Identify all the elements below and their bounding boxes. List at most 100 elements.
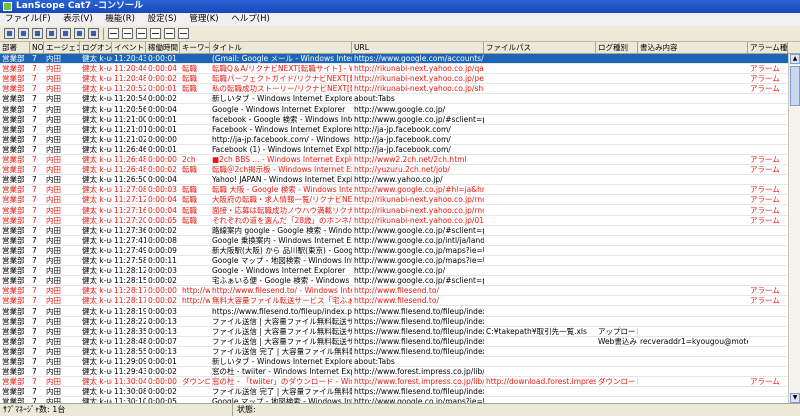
header-col-title[interactable]: タイトル [210, 42, 352, 54]
header-col-no[interactable]: NO [30, 42, 44, 54]
toolbar-log-icon[interactable] [32, 28, 43, 39]
menu-help[interactable]: ヘルプ(H) [226, 13, 275, 26]
table-row[interactable]: 営業部 7 内田 健太 k-uchida11:20:480:00:02 転職 転職パーフェ… [0, 74, 788, 85]
toolbar-layout-2-icon[interactable] [122, 28, 133, 39]
table-row[interactable]: 営業部 7 内田 健太 k-uchida11:28:190:00:03 https://… [0, 307, 788, 317]
cell-agent: 内田 [46, 215, 61, 225]
cell-dept: 営業部 [2, 175, 25, 185]
table-row[interactable]: 営業部 7 内田 健太 k-uchida11:27:120:00:04 転職 大阪府の転職… [0, 195, 788, 206]
cell-time: 0:00:00 [148, 155, 177, 164]
table-row[interactable]: 営業部 7 内田 健太 k-uchida11:26:500:00:04 Yahoo! J… [0, 175, 788, 186]
table-row[interactable]: 営業部 7 内田 健太 k-uchida11:28:220:00:13 ファイル送信 |… [0, 317, 788, 327]
cell-agent: 内田 [46, 276, 61, 286]
table-row[interactable]: 営業部 7 内田 健太 k-uchida11:26:480:00:00 2ch ■2ch … [0, 155, 788, 166]
table-row[interactable]: 営業部 7 内田 健太 k-uchida11:27:080:00:03 転職 転職 大阪 … [0, 185, 788, 196]
scroll-down-icon[interactable]: ▼ [790, 393, 800, 403]
table-row[interactable]: 営業部 7 内田 健太 k-uchida11:29:090:00:01 新しいタブ - … [0, 357, 788, 368]
table-row[interactable]: 営業部 7 内田 健太 k-uchida11:27:360:00:02 路線案内 goo… [0, 226, 788, 236]
header-col-write[interactable]: 書込み内容 [638, 42, 748, 54]
cell-title: (Gmail: Google メール - Windows Internet Ex… [212, 54, 352, 63]
cell-keyword [180, 317, 210, 327]
header-col-user[interactable]: ログオンユーザー [80, 42, 112, 54]
header-col-agent[interactable]: エージェント [44, 42, 80, 54]
scroll-up-icon[interactable]: ▲ [790, 54, 800, 64]
table-row[interactable]: 営業部 7 内田 健太 k-uchida11:28:170:00:02 http://w… [0, 296, 788, 307]
menu-view[interactable]: 表示(V) [58, 13, 97, 26]
table-row[interactable]: 営業部 7 内田 健太 k-uchida11:27:580:00:11 Google マ… [0, 256, 788, 267]
header-col-alarm[interactable]: アラーム種別 [748, 42, 788, 54]
table-row[interactable]: 営業部 7 内田 健太 k-uchida11:20:520:00:01 転職 私の転職成功… [0, 84, 788, 95]
cell-alarm [748, 125, 788, 135]
cell-event: 11:27:36 [114, 225, 146, 235]
cell-agent: 内田 [46, 64, 61, 74]
table-row[interactable]: 営業部 7 内田 健太 k-uchida11:28:350:00:13 ファイル送信 |… [0, 327, 788, 337]
table-row[interactable]: 営業部 7 内田 健太 k-uchida11:26:480:00:02 転職 転職＠2ch… [0, 165, 788, 176]
table-row[interactable]: 営業部 7 内田 健太 k-uchida11:20:540:00:02 新しいタブ - … [0, 94, 788, 105]
cell-user: 健太 k-uchida [82, 74, 112, 84]
table-row[interactable]: 営業部 7 内田 健太 k-uchida11:21:000:00:01 facebook… [0, 115, 788, 125]
table-row[interactable]: 営業部7内田健太 k-uchida11:30:040:00:00ダウンロード窓の… [0, 377, 788, 388]
toolbar-layout-3-icon[interactable] [136, 28, 147, 39]
cell-agent: 内田 [46, 306, 61, 316]
cell-user: 健太 k-uchida [82, 114, 112, 124]
menu-functions[interactable]: 機能(R) [100, 13, 140, 26]
table-row[interactable]: 営業部 7 内田 健太 k-uchida11:27:410:00:08 Google 乗… [0, 236, 788, 246]
cell-filepath [484, 64, 596, 74]
cell-title: 新しいタブ - Windows Internet Explorer [212, 357, 352, 366]
toolbar-layout-1-icon[interactable] [108, 28, 119, 39]
table-row[interactable]: 営業部 7 内田 健太 k-uchida11:27:200:00:05 転職 それぞれの道… [0, 216, 788, 226]
cell-filepath [484, 266, 596, 276]
toolbar-layout-6-icon[interactable] [178, 28, 189, 39]
header-col-logtype[interactable]: ログ種別 [596, 42, 638, 54]
header-col-keyword[interactable]: キーワード [180, 42, 210, 54]
toolbar-alarm-icon[interactable] [88, 28, 99, 39]
table-row[interactable]: 営業部 7 内田 健太 k-uchida11:20:430:00:01 (Gmail: … [0, 54, 788, 65]
table-row[interactable]: 営業部 7 内田 健太 k-uchida11:20:560:00:04 Google -… [0, 105, 788, 115]
cell-keyword: 転職 [182, 64, 197, 74]
menu-file[interactable]: ファイル(F) [0, 13, 56, 26]
cell-no: 7 [32, 326, 37, 336]
toolbar-device-icon[interactable] [74, 28, 85, 39]
toolbar-layout-4-icon[interactable] [150, 28, 161, 39]
toolbar-network-icon[interactable] [18, 28, 29, 39]
table-row[interactable]: 営業部 7 内田 健太 k-uchida11:26:460:00:01 Facebook… [0, 145, 788, 155]
cell-write [638, 145, 748, 155]
header-col-dept[interactable]: 部署 [0, 42, 30, 54]
cell-event: 11:29:43 [114, 367, 146, 377]
toolbar-separator [103, 28, 104, 40]
header-col-url[interactable]: URL [352, 42, 484, 54]
table-row[interactable]: 営業部 7 内田 健太 k-uchida11:28:480:00:07 ファイル送信 |… [0, 337, 788, 347]
table-row[interactable]: 営業部 7 内田 健太 k-uchida11:28:550:00:13 ファイル送信 完… [0, 347, 788, 357]
table-row[interactable]: 営業部 7 内田 健太 k-uchida11:28:170:00:00 http://w… [0, 286, 788, 297]
cell-logtype [596, 307, 638, 317]
cell-time: 0:00:04 [148, 195, 177, 205]
table-row[interactable]: 営業部 7 内田 健太 k-uchida11:20:440:00:04 転職 転職Q＆A/… [0, 64, 788, 75]
scroll-thumb[interactable] [790, 66, 800, 106]
table-row[interactable]: 営業部 7 内田 健太 k-uchida11:21:010:00:01 Facebook… [0, 125, 788, 135]
table-row[interactable]: 営業部 7 内田 健太 k-uchida11:28:150:00:02 宅ふぁいる便 -… [0, 276, 788, 287]
toolbar-pc-icon[interactable] [4, 28, 15, 39]
menu-manage[interactable]: 管理(K) [184, 13, 223, 26]
cell-logtype [596, 357, 638, 367]
toolbar-layout-5-icon[interactable] [164, 28, 175, 39]
header-col-event[interactable]: イベント [112, 42, 146, 54]
table-row[interactable]: 営業部 7 内田 健太 k-uchida11:27:160:00:04 転職 面接・応募は… [0, 206, 788, 216]
table-row[interactable]: 営業部 7 内田 健太 k-uchida11:28:120:00:03 Google -… [0, 266, 788, 277]
vertical-scrollbar[interactable]: ▲ ▼ [788, 54, 800, 403]
header-col-filepath[interactable]: ファイルパス [484, 42, 596, 54]
cell-url: http://yuzuru.2ch.net/job/ [354, 165, 450, 175]
menu-settings[interactable]: 設定(S) [143, 13, 182, 26]
toolbar-file-icon[interactable] [60, 28, 71, 39]
table-row[interactable]: 営業部 7 内田 健太 k-uchida11:27:490:00:09 新大阪駅(大阪)… [0, 246, 788, 256]
cell-time: 0:00:02 [148, 165, 177, 175]
toolbar-web-icon[interactable] [46, 28, 57, 39]
table-row[interactable]: 営業部 7 内田 健太 k-uchida11:30:080:00:02 ファイル送信 完… [0, 387, 788, 398]
cell-logtype [596, 216, 638, 226]
grid-rows[interactable]: 営業部7内田健太 k-uchida11:20:430:00:01(Gmail: … [0, 54, 788, 403]
header-col-time[interactable]: 稼働時間 [146, 42, 180, 54]
cell-keyword: ダウンロード [182, 377, 210, 387]
table-row[interactable]: 営業部 7 内田 健太 k-uchida11:21:020:00:00 http://j… [0, 135, 788, 145]
cell-dept: 営業部 [2, 54, 25, 63]
table-row[interactable]: 営業部 7 内田 健太 k-uchida11:29:430:00:02 窓の杜 - tw… [0, 367, 788, 378]
cell-user: 健太 k-uchida [82, 235, 112, 245]
